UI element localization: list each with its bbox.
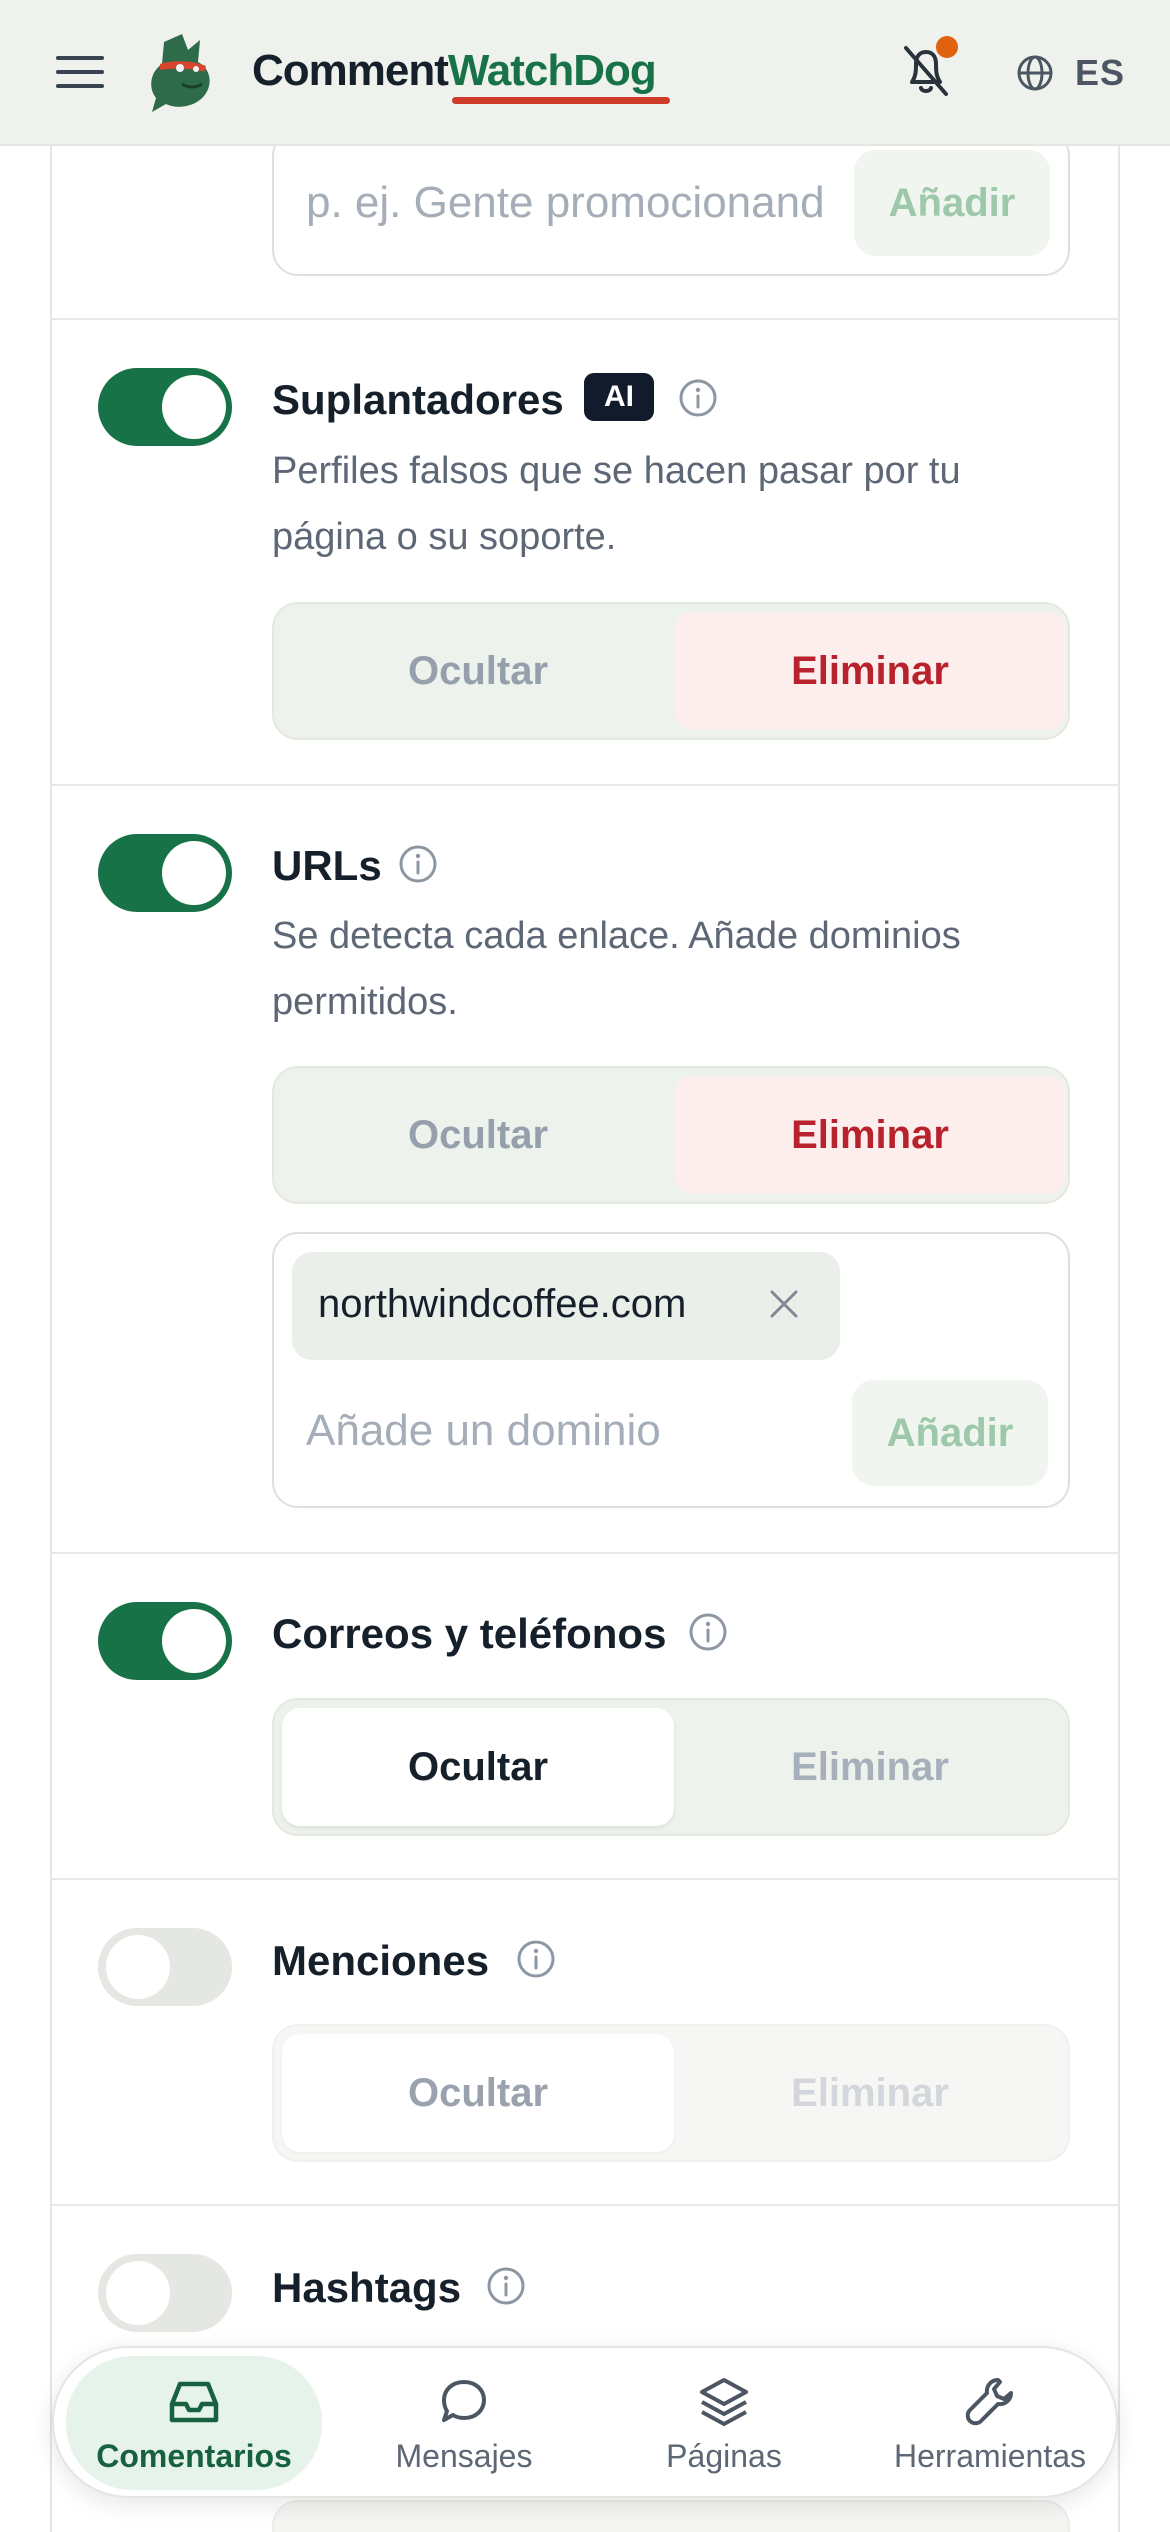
rule-title-urls: URLs	[272, 842, 382, 889]
nav-pages[interactable]: Páginas	[614, 2356, 834, 2490]
keyword-input[interactable]: p. ej. Gente promocionando	[306, 178, 826, 228]
action-delete-option[interactable]: Eliminar	[674, 1708, 1066, 1826]
ai-badge: AI	[584, 373, 654, 421]
toggle-emails-phones[interactable]	[98, 1602, 232, 1680]
domain-input[interactable]: Añade un dominio	[306, 1406, 786, 1456]
nav-tools[interactable]: Herramientas	[870, 2356, 1110, 2490]
action-hide-option[interactable]: Ocultar	[282, 2034, 674, 2152]
content-border-left	[50, 146, 52, 2532]
remove-domain-icon[interactable]	[764, 1284, 804, 1324]
nav-label: Páginas	[666, 2437, 782, 2474]
rule-title-suplantadores: Suplantadores	[272, 376, 564, 423]
rule-title-mentions: Menciones	[272, 1937, 490, 1984]
app-screen: CommentWatchDog ES p. ej. Gente promocio…	[0, 0, 1170, 2532]
divider	[50, 318, 1120, 320]
rule-description-suplantadores: Perfiles falsos que se hacen pasar por t…	[272, 450, 961, 558]
toggle-mentions[interactable]	[98, 1928, 232, 2006]
action-hide-option[interactable]: Ocultar	[282, 612, 674, 730]
brand-name-part1: Comment	[252, 46, 449, 95]
action-delete-option[interactable]: Eliminar	[674, 1076, 1066, 1194]
nav-label: Comentarios	[96, 2437, 292, 2474]
chat-bubble-icon	[442, 2379, 486, 2422]
brand-name[interactable]: CommentWatchDog	[252, 46, 657, 96]
notification-dot	[936, 36, 958, 58]
wrench-icon	[965, 2377, 1013, 2425]
info-icon[interactable]	[486, 2266, 526, 2306]
action-selector-emails-phones: Ocultar Eliminar	[272, 1698, 1070, 1836]
globe-icon[interactable]	[1016, 54, 1054, 92]
language-selector[interactable]: ES	[1075, 52, 1125, 94]
rule-description-urls: Se detecta cada enlace. Añade dominios p…	[272, 915, 961, 1023]
rule-title-emails-phones: Correos y teléfonos	[272, 1610, 667, 1657]
top-header: CommentWatchDog ES	[0, 0, 1170, 146]
action-hide-option[interactable]: Ocultar	[282, 1708, 674, 1826]
action-selector-urls: Ocultar Eliminar	[272, 1066, 1070, 1204]
brand-name-part2: WatchDog	[447, 46, 657, 95]
dog-logo-icon	[151, 34, 210, 112]
inbox-icon	[169, 2381, 219, 2422]
nav-label: Mensajes	[395, 2437, 533, 2474]
toggle-urls[interactable]	[98, 834, 232, 912]
keyword-input-box: p. ej. Gente promocionando Añadir	[272, 130, 1070, 276]
brand-underline	[452, 97, 670, 104]
menu-icon[interactable]	[56, 56, 104, 92]
info-icon[interactable]	[516, 1939, 556, 1979]
rule-title-hashtags: Hashtags	[272, 2264, 462, 2311]
add-keyword-button[interactable]: Añadir	[854, 150, 1050, 256]
action-selector-suplantadores: Ocultar Eliminar	[272, 602, 1070, 740]
domain-chip: northwindcoffee.com	[292, 1252, 840, 1360]
action-selector-mentions: Ocultar Eliminar	[272, 2024, 1070, 2162]
add-domain-button[interactable]: Añadir	[852, 1380, 1048, 1486]
nav-comments[interactable]: Comentarios	[66, 2356, 322, 2490]
info-icon[interactable]	[398, 844, 438, 884]
bottom-navigation: Comentarios Mensajes Páginas Herramienta…	[52, 2346, 1118, 2498]
divider	[50, 1878, 1120, 1880]
toggle-suplantadores[interactable]	[98, 368, 232, 446]
toggle-hashtags[interactable]	[98, 2254, 232, 2332]
hashtags-action-selector	[272, 2500, 1070, 2532]
info-icon[interactable]	[678, 378, 718, 418]
layers-icon	[700, 2377, 748, 2426]
domain-chip-label: northwindcoffee.com	[318, 1282, 687, 1326]
divider	[50, 2204, 1120, 2206]
content-border-right	[1118, 146, 1120, 2532]
info-icon[interactable]	[688, 1612, 728, 1652]
action-delete-option[interactable]: Eliminar	[674, 612, 1066, 730]
action-delete-option[interactable]: Eliminar	[674, 2034, 1066, 2152]
divider	[50, 784, 1120, 786]
nav-messages[interactable]: Mensajes	[354, 2356, 574, 2490]
action-hide-option[interactable]: Ocultar	[282, 1076, 674, 1194]
divider	[50, 1552, 1120, 1554]
nav-label: Herramientas	[893, 2437, 1087, 2474]
